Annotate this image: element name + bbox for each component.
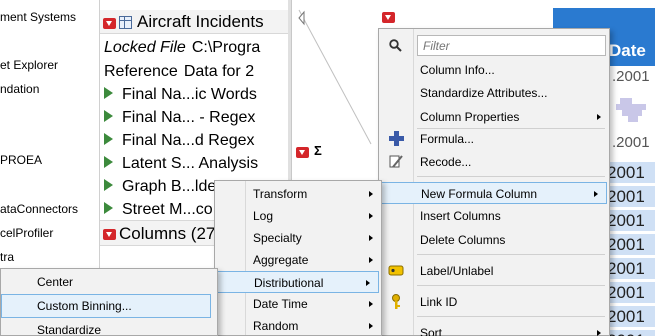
menu-item-log[interactable]: Log [215, 205, 381, 227]
run-script-icon[interactable] [104, 156, 113, 168]
table-script[interactable]: Street M...co [104, 201, 213, 219]
menu-separator [417, 254, 605, 255]
tree-item[interactable]: et Explorer [0, 58, 58, 72]
table-title: Aircraft Incidents [137, 12, 264, 31]
tree-item[interactable]: celProfiler [0, 226, 53, 240]
menu-item-formula[interactable]: Formula... [379, 128, 609, 150]
tree-item[interactable]: ment Systems [0, 10, 76, 24]
filter-field[interactable] [417, 35, 606, 56]
menu-separator [417, 316, 605, 317]
columns-panel-title: Columns (27 [119, 224, 216, 243]
locked-file-value: C:\Progra [191, 39, 261, 56]
menu-item-random[interactable]: Random [215, 315, 381, 336]
submenu-arrow-icon [369, 235, 373, 241]
menu-separator [417, 176, 605, 177]
menu-item-column-info[interactable]: Column Info... [379, 59, 609, 81]
locked-file-row: Locked File C:\Progra [104, 39, 260, 57]
table-script[interactable]: Final Na... - Regex [104, 109, 255, 127]
submenu-arrow-icon [597, 114, 601, 120]
menu-item-distributional[interactable]: Distributional [217, 271, 379, 293]
columns-context-menu: Column Info... Standardize Attributes...… [378, 28, 610, 336]
menu-separator [417, 285, 605, 286]
reference-label: Reference [104, 63, 178, 80]
menu-item-recode[interactable]: Recode... [379, 151, 609, 173]
label-icon [388, 265, 404, 276]
table-script[interactable]: Latent S... Analysis [104, 155, 258, 173]
corner-diagonal [298, 9, 372, 145]
run-script-icon[interactable] [104, 202, 113, 214]
menu-item-delete-columns[interactable]: Delete Columns [379, 229, 609, 251]
locked-file-label: Locked File [104, 39, 186, 56]
submenu-arrow-icon [366, 280, 370, 286]
reference-row: Reference Data for 2 [104, 63, 254, 81]
plus-icon [389, 131, 404, 146]
columns-red-triangle-button[interactable] [103, 229, 116, 240]
rows-red-triangle-button[interactable] [296, 147, 309, 158]
tree-item[interactable]: ndation [0, 82, 39, 96]
menu-item-standardize[interactable]: Standardize [1, 319, 217, 336]
distributional-submenu: Center Custom Binning... Standardize [0, 268, 218, 336]
table-icon [119, 16, 132, 29]
tree-item[interactable]: PROEA [0, 153, 42, 167]
menu-item-center[interactable]: Center [1, 271, 217, 293]
new-formula-column-submenu: Transform Log Specialty Aggregate Distri… [214, 180, 382, 336]
run-script-icon[interactable] [104, 87, 113, 99]
run-script-icon[interactable] [104, 179, 113, 191]
submenu-arrow-icon [597, 330, 601, 336]
menu-item-aggregate[interactable]: Aggregate [215, 249, 381, 271]
submenu-arrow-icon [369, 213, 373, 219]
date-summary-cell: .2001 [612, 68, 650, 85]
table-script[interactable]: Final Na...d Regex [104, 132, 255, 150]
menu-item-sort[interactable]: Sort [379, 322, 609, 336]
menu-item-column-properties[interactable]: Column Properties [379, 106, 609, 128]
tree-item[interactable]: tra [0, 250, 14, 264]
menu-item-new-formula-column[interactable]: New Formula Column [381, 182, 607, 204]
menu-item-insert-columns[interactable]: Insert Columns [379, 205, 609, 227]
menu-item-transform[interactable]: Transform [215, 183, 381, 205]
run-script-icon[interactable] [104, 133, 113, 145]
submenu-arrow-icon [594, 191, 598, 197]
tree-item[interactable]: ataConnectors [0, 202, 78, 216]
submenu-arrow-icon [369, 257, 373, 263]
menu-item-custom-binning[interactable]: Custom Binning... [1, 294, 211, 318]
run-script-icon[interactable] [104, 110, 113, 122]
date-column-label: Date [609, 41, 646, 60]
submenu-arrow-icon [369, 301, 373, 307]
menu-item-link-id[interactable]: Link ID [379, 291, 609, 313]
table-script[interactable]: Graph B...lde [104, 178, 216, 196]
table-script[interactable]: Final Na...ic Words [104, 86, 257, 104]
submenu-arrow-icon [369, 191, 373, 197]
filter-input[interactable] [418, 36, 605, 55]
table-header: Aircraft Incidents [100, 10, 288, 34]
menu-item-date-time[interactable]: Date Time [215, 293, 381, 315]
submenu-arrow-icon [369, 323, 373, 329]
reference-value: Data for 2 [183, 63, 255, 80]
date-summary-cell: .2001 [612, 134, 650, 151]
menu-item-specialty[interactable]: Specialty [215, 227, 381, 249]
search-icon [389, 39, 402, 52]
menu-item-standardize-attributes[interactable]: Standardize Attributes... [379, 82, 609, 104]
menu-item-label-unlabel[interactable]: Label/Unlabel [379, 260, 609, 282]
table-red-triangle-button[interactable] [103, 18, 116, 29]
column-red-triangle-button[interactable] [382, 12, 395, 23]
sigma-icon[interactable]: Σ [314, 143, 322, 158]
recode-icon [389, 155, 403, 168]
grid-corner-cell[interactable] [293, 4, 373, 159]
key-icon [392, 294, 400, 309]
